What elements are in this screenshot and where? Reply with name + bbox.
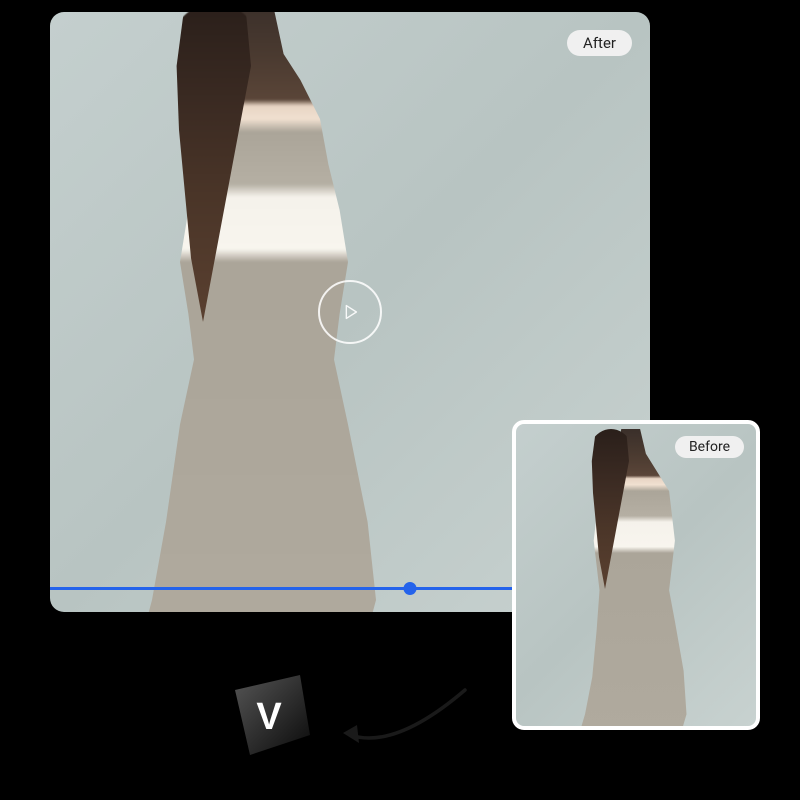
before-thumbnail: Before: [512, 420, 760, 730]
after-badge: After: [567, 30, 632, 56]
brand-logo: V: [225, 665, 325, 765]
logo-icon: V: [225, 665, 325, 765]
play-button[interactable]: [318, 280, 382, 344]
curved-arrow-icon: [335, 675, 485, 755]
arrow-annotation: [335, 675, 485, 755]
svg-text:V: V: [256, 696, 282, 738]
before-badge-label: Before: [689, 439, 730, 455]
before-badge: Before: [675, 436, 744, 458]
play-icon: [339, 301, 361, 323]
thumbnail-figure: [556, 429, 701, 730]
after-badge-label: After: [583, 34, 616, 52]
video-progress-handle[interactable]: [404, 582, 417, 595]
